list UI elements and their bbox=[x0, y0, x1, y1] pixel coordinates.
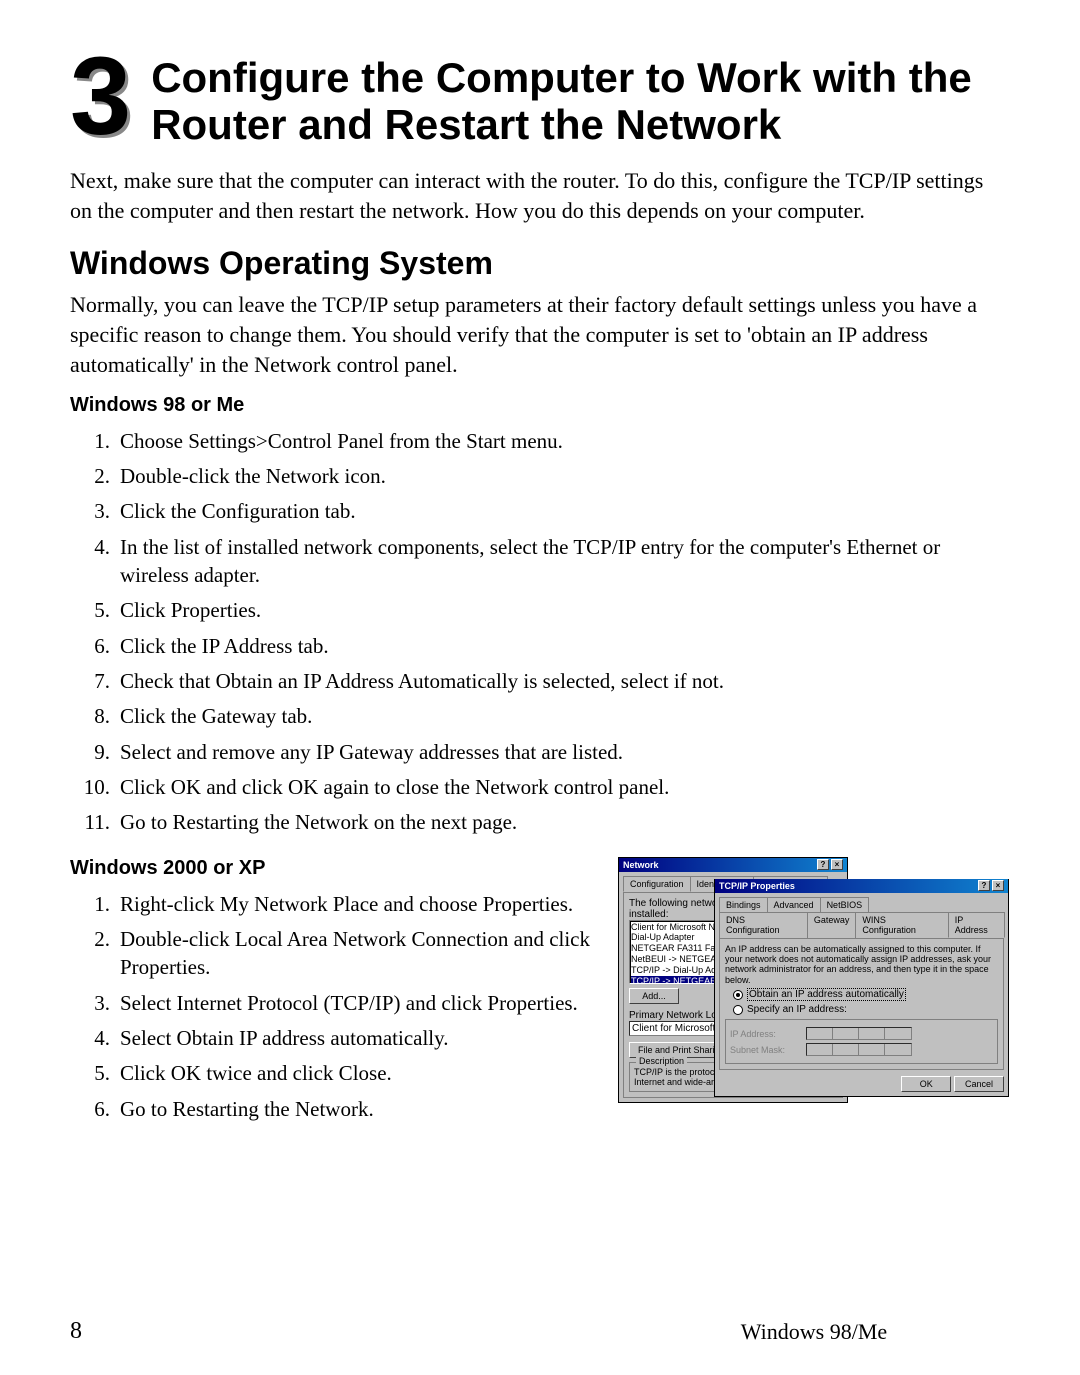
list-item: Click the Gateway tab. bbox=[70, 702, 1010, 730]
section-heading-windows: Windows Operating System bbox=[70, 245, 1010, 282]
list-item: Click the IP Address tab. bbox=[70, 632, 1010, 660]
radio-icon bbox=[733, 990, 743, 1000]
tab-gateway[interactable]: Gateway bbox=[807, 912, 857, 938]
ip-field bbox=[806, 1027, 912, 1040]
tab-configuration[interactable]: Configuration bbox=[623, 876, 691, 892]
tab-advanced[interactable]: Advanced bbox=[767, 897, 821, 912]
tab-wins[interactable]: WINS Configuration bbox=[855, 912, 948, 938]
screenshot-figure: Network ? × Configuration Identification… bbox=[618, 857, 1010, 1127]
tabstrip-tcpip-row2: Bindings Advanced NetBIOS bbox=[719, 897, 1004, 912]
list-item: Select Internet Protocol (TCP/IP) and cl… bbox=[70, 989, 604, 1017]
tab-bindings[interactable]: Bindings bbox=[719, 897, 768, 912]
tcpip-blurb: An IP address can be automatically assig… bbox=[725, 944, 998, 985]
list-item: Click OK and click OK again to close the… bbox=[70, 773, 1010, 801]
step-header: 3 Configure the Computer to Work with th… bbox=[70, 50, 1010, 148]
dialog-tcpip: TCP/IP Properties ? × Bindings Advanced … bbox=[714, 879, 1009, 1097]
subheading-win98: Windows 98 or Me bbox=[70, 394, 1010, 417]
list-item: Go to Restarting the Network on the next… bbox=[70, 808, 1010, 836]
section-intro: Normally, you can leave the TCP/IP setup… bbox=[70, 290, 1010, 379]
list-item: Double-click Local Area Network Connecti… bbox=[70, 925, 604, 982]
list-item: Click the Configuration tab. bbox=[70, 497, 1010, 525]
help-icon[interactable]: ? bbox=[978, 880, 990, 891]
tab-netbios[interactable]: NetBIOS bbox=[820, 897, 870, 912]
help-icon[interactable]: ? bbox=[817, 859, 829, 870]
list-item: Double-click the Network icon. bbox=[70, 462, 1010, 490]
page-title: Configure the Computer to Work with the … bbox=[151, 50, 1010, 148]
titlebar-text: Network bbox=[623, 858, 659, 872]
step-number: 3 bbox=[70, 50, 131, 144]
radio-specify[interactable]: Specify an IP address: bbox=[733, 1004, 998, 1015]
window-controls: ? × bbox=[978, 880, 1004, 891]
specify-group: IP Address: Subnet Mask: bbox=[725, 1019, 998, 1064]
ip-label: IP Address: bbox=[730, 1029, 800, 1039]
close-icon[interactable]: × bbox=[992, 880, 1004, 891]
figure-caption: Windows 98/Me bbox=[618, 1319, 1010, 1345]
titlebar-tcpip: TCP/IP Properties ? × bbox=[715, 879, 1008, 893]
steps-winxp: Right-click My Network Place and choose … bbox=[70, 890, 604, 1123]
subheading-winxp: Windows 2000 or XP bbox=[70, 857, 604, 880]
list-item: Choose Settings>Control Panel from the S… bbox=[70, 427, 1010, 455]
intro-text: Next, make sure that the computer can in… bbox=[70, 166, 1010, 225]
radio-obtain-auto[interactable]: Obtain an IP address automatically bbox=[733, 988, 998, 1001]
mask-label: Subnet Mask: bbox=[730, 1045, 800, 1055]
page-number: 8 bbox=[70, 1318, 82, 1345]
radio-label: Specify an IP address: bbox=[747, 1004, 847, 1015]
list-item: Select Obtain IP address automatically. bbox=[70, 1024, 604, 1052]
radio-label: Obtain an IP address automatically bbox=[747, 988, 906, 1001]
list-item: Check that Obtain an IP Address Automati… bbox=[70, 667, 1010, 695]
list-item: Click OK twice and click Close. bbox=[70, 1059, 604, 1087]
list-item: Click Properties. bbox=[70, 596, 1010, 624]
add-button[interactable]: Add... bbox=[629, 988, 679, 1004]
page-footer: 8 Windows 98/Me bbox=[70, 1318, 1010, 1345]
description-title: Description bbox=[636, 1056, 687, 1066]
close-icon[interactable]: × bbox=[831, 859, 843, 870]
window-controls: ? × bbox=[817, 859, 843, 870]
mask-field bbox=[806, 1043, 912, 1056]
list-item: In the list of installed network compone… bbox=[70, 533, 1010, 590]
list-item: Right-click My Network Place and choose … bbox=[70, 890, 604, 918]
titlebar-text: TCP/IP Properties bbox=[719, 879, 795, 893]
ok-button[interactable]: OK bbox=[901, 1076, 951, 1092]
list-item: Go to Restarting the Network. bbox=[70, 1095, 604, 1123]
steps-win98: Choose Settings>Control Panel from the S… bbox=[70, 427, 1010, 837]
radio-icon bbox=[733, 1005, 743, 1015]
titlebar-network: Network ? × bbox=[619, 858, 847, 872]
tab-dns[interactable]: DNS Configuration bbox=[719, 912, 808, 938]
list-item: Select and remove any IP Gateway address… bbox=[70, 738, 1010, 766]
tab-ip-address[interactable]: IP Address bbox=[948, 912, 1005, 938]
cancel-button[interactable]: Cancel bbox=[954, 1076, 1004, 1092]
tabstrip-tcpip-row1: DNS Configuration Gateway WINS Configura… bbox=[719, 912, 1004, 938]
